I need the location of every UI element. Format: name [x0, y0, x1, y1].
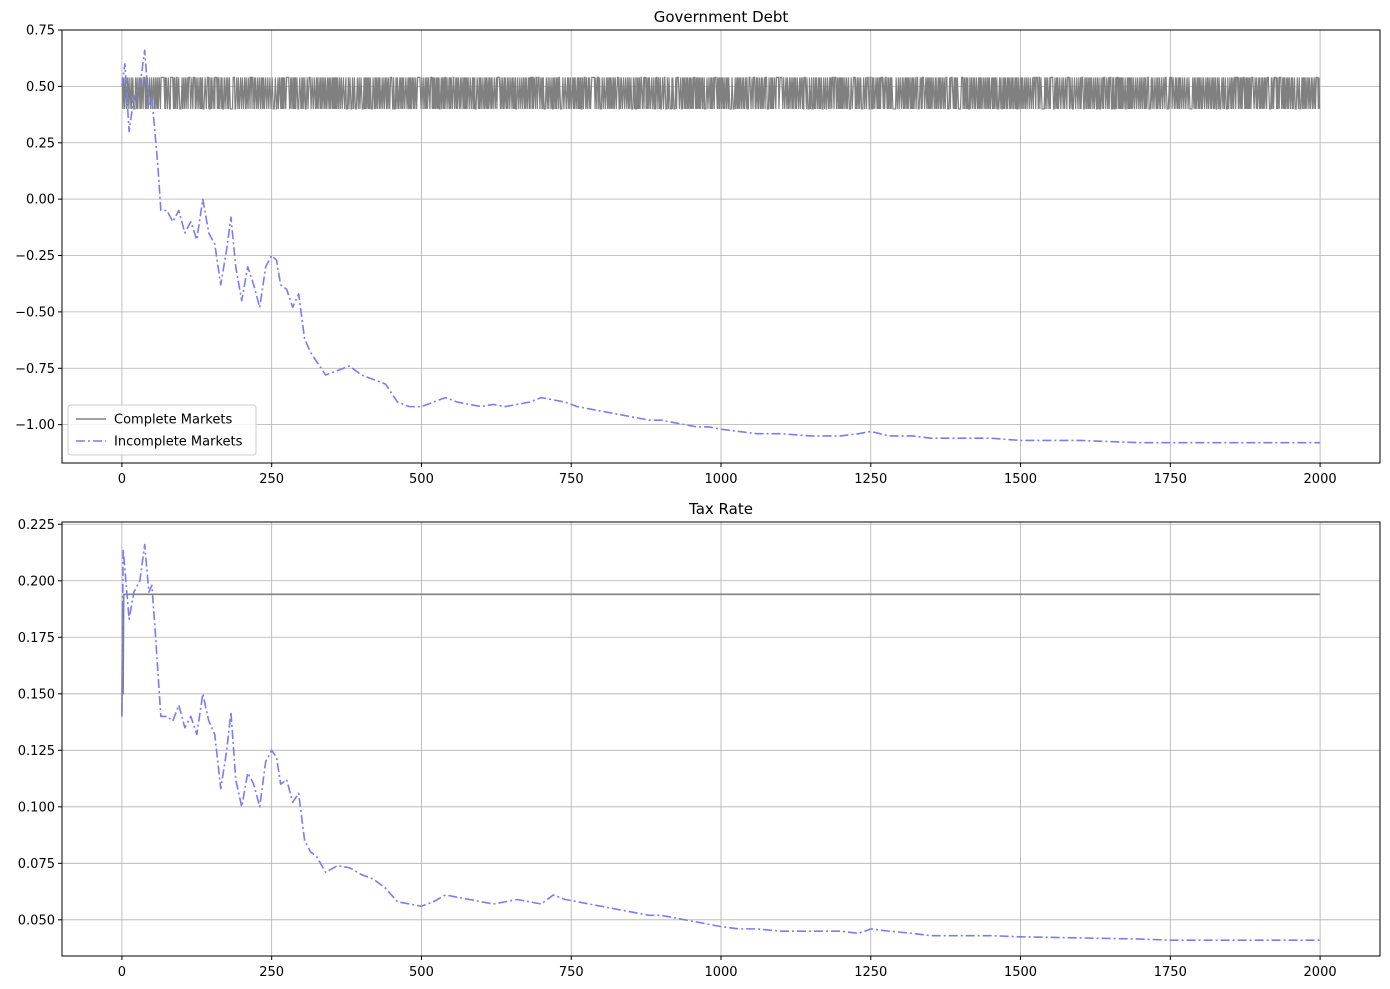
debt-xtick-label: 2000	[1304, 472, 1337, 487]
debt-xtick-label: 1000	[704, 472, 737, 487]
figure: 0 250 500 750 1000 1250 1500 1750 2000 0.75 0.50 0.…	[15, 8, 1381, 980]
debt-xtick-label: 750	[559, 472, 584, 487]
debt-ytick-label: −0.25	[15, 249, 55, 264]
tax-xtick-label: 750	[559, 965, 584, 980]
debt-xtick-label: 250	[259, 472, 284, 487]
debt-legend: Complete Markets Incomplete Markets	[67, 404, 257, 456]
tax-xtick-label: 0	[118, 965, 126, 980]
debt-ytick-label: −0.75	[15, 362, 55, 377]
debt-xtick-label: 1250	[854, 472, 887, 487]
tax-xtick-label: 1750	[1154, 965, 1187, 980]
tax-ytick-label: 0.150	[18, 687, 55, 702]
tax-panel: 0 250 500 750 1000 1250 1500 1750 2000 0.225 0.200…	[18, 500, 1381, 980]
debt-complete-markets-line	[121, 76, 1321, 110]
debt-chart-title: Government Debt	[654, 8, 789, 26]
tax-grid	[62, 522, 1380, 956]
tax-xtick-label: 1500	[1004, 965, 1037, 980]
debt-xtick-label: 0	[118, 472, 126, 487]
tax-ytick-label: 0.075	[18, 857, 55, 872]
tax-xtick-label: 1250	[854, 965, 887, 980]
debt-panel: 0 250 500 750 1000 1250 1500 1750 2000 0.75 0.50 0.…	[15, 8, 1381, 487]
tax-xtick-label: 500	[409, 965, 434, 980]
tax-ytick-label: 0.200	[18, 574, 55, 589]
tax-ytick-label: 0.225	[18, 518, 55, 533]
tax-xtick-label: 1000	[704, 965, 737, 980]
debt-xtick-label: 500	[409, 472, 434, 487]
tax-ytick-label: 0.125	[18, 744, 55, 759]
debt-ytick-label: 0.50	[26, 80, 55, 95]
debt-ytick-label: 0.75	[26, 24, 55, 39]
tax-xtick-label: 2000	[1304, 965, 1337, 980]
legend-complete-markets-label: Complete Markets	[114, 413, 232, 428]
debt-ytick-label: 0.00	[26, 193, 55, 208]
debt-ytick-label: −0.50	[15, 305, 55, 320]
tax-chart-title: Tax Rate	[688, 500, 753, 518]
tax-ytick-label: 0.100	[18, 800, 55, 815]
tax-xtick-label: 250	[259, 965, 284, 980]
tax-ytick-label: 0.050	[18, 913, 55, 928]
debt-ytick-label: 0.25	[26, 136, 55, 151]
debt-xtick-label: 1500	[1004, 472, 1037, 487]
debt-xtick-label: 1750	[1154, 472, 1187, 487]
tax-ytick-label: 0.175	[18, 631, 55, 646]
legend-incomplete-markets-label: Incomplete Markets	[114, 435, 243, 450]
debt-ytick-label: −1.00	[15, 418, 55, 433]
